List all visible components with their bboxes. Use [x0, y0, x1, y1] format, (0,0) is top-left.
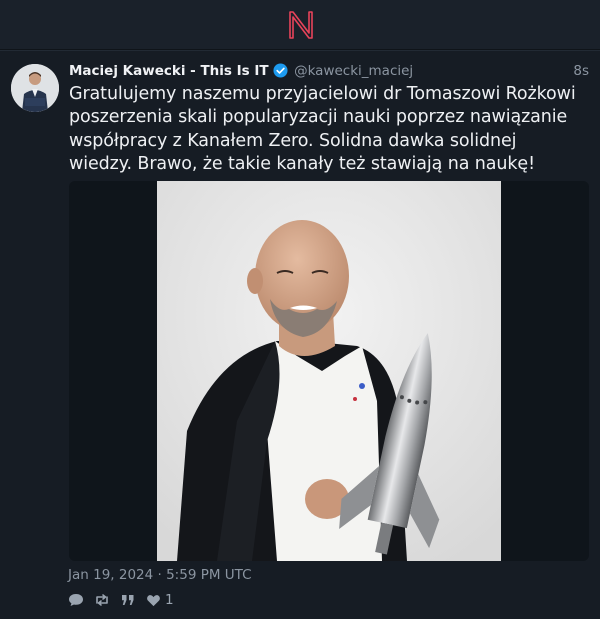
tweet-header: Maciej Kawecki - This Is IT @kawecki_mac…: [69, 61, 589, 81]
heart-icon: [147, 594, 160, 606]
app-logo-icon[interactable]: [286, 9, 316, 41]
avatar[interactable]: [11, 64, 59, 112]
reply-button[interactable]: [68, 593, 84, 607]
repost-button[interactable]: [94, 593, 110, 607]
top-bar: [0, 0, 600, 50]
quote-icon: [122, 595, 134, 605]
reply-icon: [69, 594, 83, 606]
tweet-text: Gratulujemy naszemu przyjacielowi dr Tom…: [69, 84, 576, 174]
author-handle[interactable]: @kawecki_maciej: [294, 63, 413, 79]
tweet: Maciej Kawecki - This Is IT @kawecki_mac…: [0, 52, 600, 619]
like-button[interactable]: 1: [146, 592, 174, 608]
author-name[interactable]: Maciej Kawecki - This Is IT: [69, 63, 269, 79]
tweet-actions: 1: [68, 591, 184, 609]
quote-button[interactable]: [120, 593, 136, 607]
app-window: Maciej Kawecki - This Is IT @kawecki_mac…: [0, 0, 600, 619]
tweet-time-ago[interactable]: 8s: [573, 61, 589, 81]
tweet-timestamp[interactable]: Jan 19, 2024 · 5:59 PM UTC: [68, 567, 252, 583]
tweet-photo[interactable]: [157, 181, 501, 561]
repost-icon: [96, 594, 108, 606]
verified-badge-icon: [273, 63, 288, 78]
tweet-media[interactable]: [69, 181, 589, 561]
like-count: 1: [165, 592, 174, 608]
